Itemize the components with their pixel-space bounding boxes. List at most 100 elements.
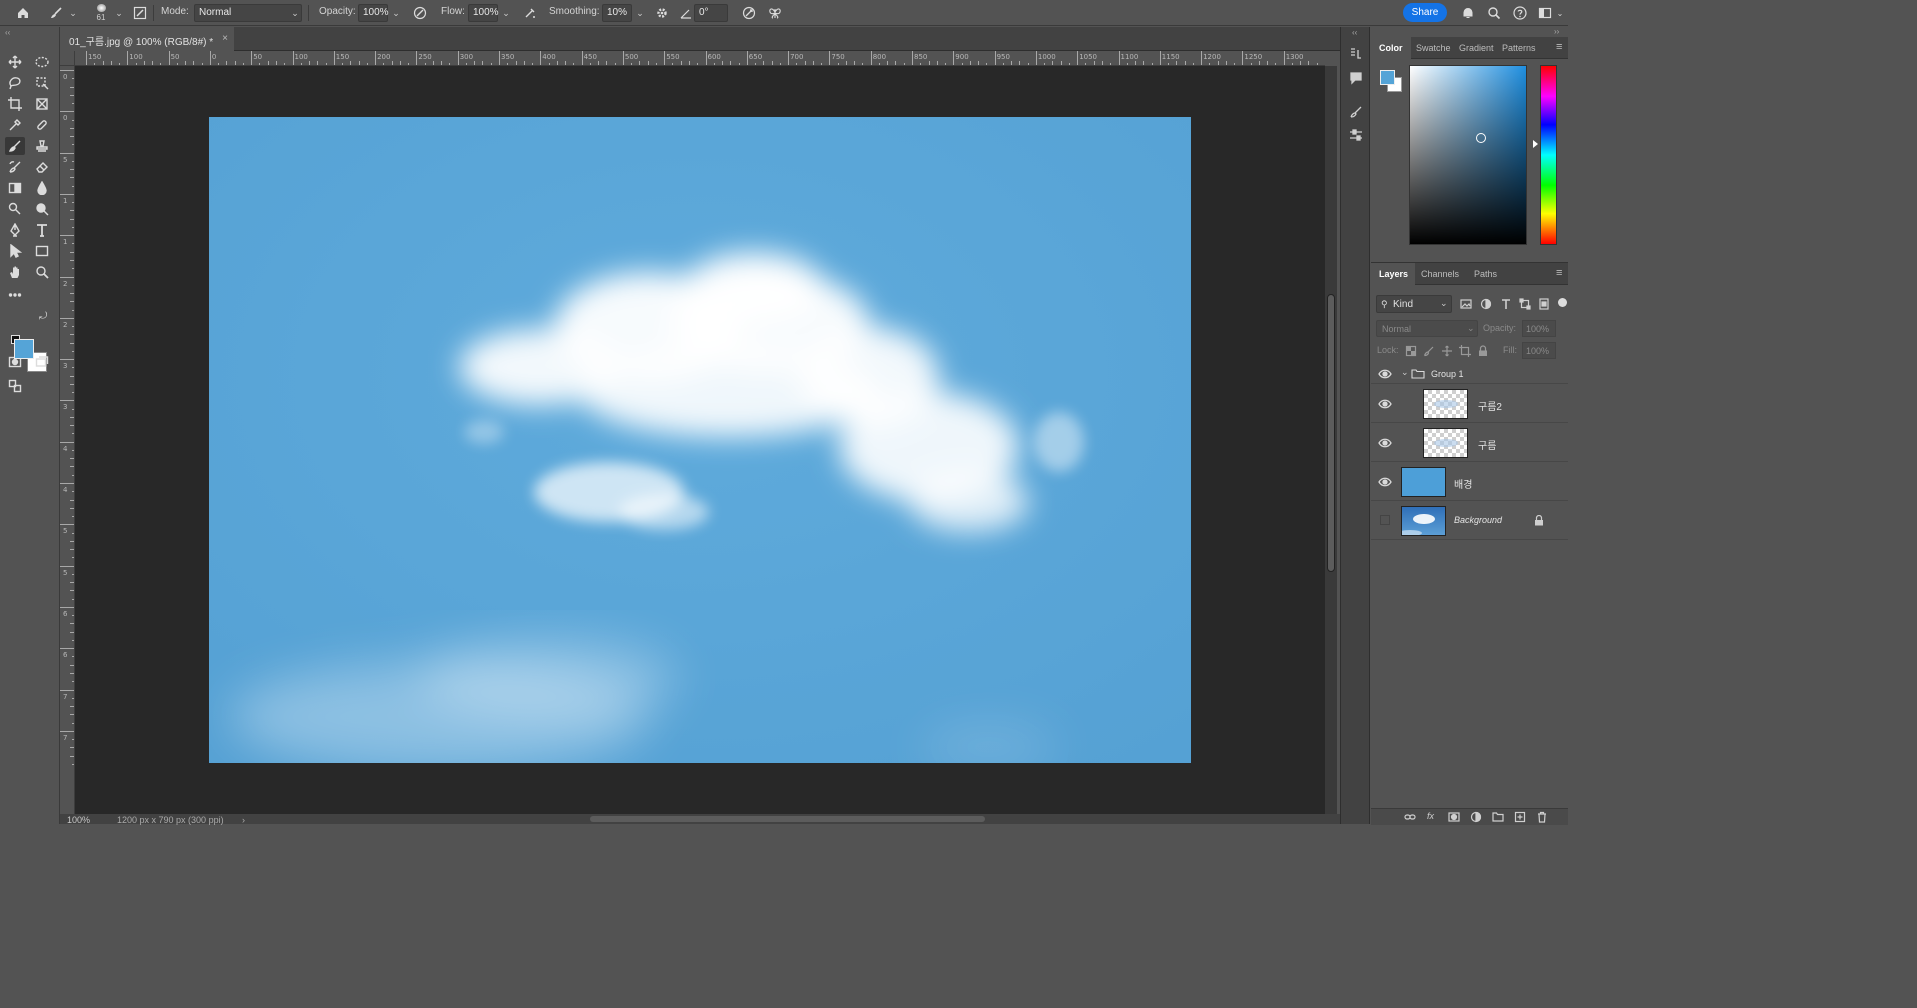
bell-icon[interactable] (1459, 4, 1477, 22)
status-menu-arrow-icon[interactable]: › (242, 815, 245, 825)
close-icon[interactable]: × (222, 33, 228, 44)
clone-stamp-tool-icon[interactable] (32, 137, 52, 155)
help-icon[interactable] (1511, 4, 1529, 22)
color-field[interactable] (1409, 65, 1527, 245)
brush-tool-icon[interactable] (5, 137, 25, 155)
type-tool-icon[interactable] (32, 221, 52, 239)
share-button[interactable]: Share (1403, 3, 1447, 22)
chevron-down-icon[interactable]: ⌄ (112, 4, 126, 22)
tab-paths[interactable]: Paths (1474, 263, 1497, 285)
lasso-tool-icon[interactable] (5, 74, 25, 92)
chevron-down-icon[interactable]: ⌄ (66, 4, 80, 22)
scrollbar-thumb[interactable] (1327, 294, 1335, 572)
brush-settings-panel-icon[interactable] (131, 4, 149, 22)
visibility-eye-icon[interactable] (1378, 368, 1392, 380)
blur-tool-icon[interactable] (32, 179, 52, 197)
pressure-size-icon[interactable] (739, 4, 759, 22)
mode-select[interactable]: Normal (194, 4, 302, 22)
marquee-tool-icon[interactable] (32, 53, 52, 71)
document-tab[interactable]: 01_구름.jpg @ 100% (RGB/8#) * × (60, 27, 234, 51)
lock-position-icon[interactable] (1441, 345, 1453, 357)
filter-type-icon[interactable] (1500, 298, 1512, 310)
tab-layers[interactable]: Layers (1371, 263, 1415, 285)
add-mask-icon[interactable] (1448, 811, 1460, 823)
search-icon[interactable] (1485, 4, 1503, 22)
visibility-eye-icon[interactable] (1378, 476, 1392, 488)
airbrush-icon[interactable] (520, 4, 540, 22)
chevron-down-icon[interactable]: ⌄ (389, 4, 403, 22)
angle-input[interactable]: 0° (694, 4, 728, 22)
collapse-icon[interactable]: ›› (1554, 27, 1559, 36)
chevron-down-icon[interactable]: ⌄ (633, 4, 647, 22)
visibility-eye-icon[interactable] (1378, 437, 1392, 449)
smoothing-input[interactable]: 10% (602, 4, 632, 22)
layer-row-cloud[interactable]: 구름 (1371, 424, 1568, 462)
zoom-tool-icon[interactable] (32, 263, 52, 281)
hue-slider[interactable] (1540, 65, 1557, 245)
tab-swatches[interactable]: Swatche (1416, 37, 1451, 59)
layer-style-fx-icon[interactable]: fx (1427, 811, 1439, 823)
foreground-color-chip[interactable] (1380, 70, 1395, 85)
swap-colors-icon[interactable]: ⤾ (39, 311, 47, 322)
layer-row-group-1[interactable]: ⌄ Group 1 (1371, 364, 1568, 384)
pressure-opacity-icon[interactable] (410, 4, 430, 22)
path-selection-tool-icon[interactable] (5, 242, 25, 260)
color-picker-handle[interactable] (1476, 133, 1486, 143)
rectangle-tool-icon[interactable] (32, 242, 52, 260)
new-adjustment-layer-icon[interactable] (1470, 811, 1482, 823)
panel-menu-icon[interactable]: ≡ (1556, 37, 1562, 59)
brush-tool-preset-icon[interactable] (46, 4, 66, 22)
layer-filter-select[interactable]: ⚲ Kind ⌄ (1376, 295, 1452, 313)
layer-row-cloud-2[interactable]: 구름2 (1371, 385, 1568, 423)
chevron-down-icon[interactable]: ⌄ (1401, 367, 1409, 378)
symmetry-butterfly-icon[interactable] (765, 4, 785, 22)
tab-color[interactable]: Color (1371, 37, 1411, 59)
opacity-input[interactable]: 100% (358, 4, 389, 22)
image-canvas[interactable] (209, 117, 1191, 763)
history-brush-tool-icon[interactable] (5, 158, 25, 176)
chevron-down-icon[interactable]: ⌄ (499, 4, 513, 22)
smoothing-settings-gear-icon[interactable] (653, 4, 671, 22)
filter-toggle-icon[interactable] (1558, 298, 1567, 307)
frame-tool-icon[interactable] (32, 95, 52, 113)
filter-shape-icon[interactable] (1519, 298, 1531, 310)
zoom-level[interactable]: 100% (67, 815, 90, 825)
tab-gradients[interactable]: Gradient (1459, 37, 1494, 59)
new-group-icon[interactable] (1492, 811, 1504, 823)
layer-row-background[interactable]: Background (1371, 502, 1568, 540)
lock-image-pixels-icon[interactable] (1423, 345, 1435, 357)
panel-menu-icon[interactable]: ≡ (1556, 263, 1562, 285)
home-icon[interactable] (12, 4, 34, 22)
comments-panel-icon[interactable] (1349, 71, 1363, 85)
hue-marker-icon[interactable] (1533, 140, 1538, 148)
screen-mode-icon[interactable] (32, 353, 52, 371)
brushes-panel-icon[interactable] (1349, 105, 1363, 119)
collapse-toolbar-icon[interactable]: ‹‹ (5, 28, 10, 37)
hand-tool-icon[interactable] (5, 263, 25, 281)
lock-artboard-icon[interactable] (1459, 345, 1471, 357)
sponge-tool-icon[interactable] (32, 200, 52, 218)
more-tools-icon[interactable] (5, 286, 25, 304)
move-tool-icon[interactable] (5, 53, 25, 71)
spot-healing-tool-icon[interactable] (32, 116, 52, 134)
layer-row-background-fill[interactable]: 배경 (1371, 463, 1568, 501)
gradient-tool-icon[interactable] (5, 179, 25, 197)
layer-opacity-input[interactable]: 100% (1522, 320, 1556, 337)
lock-transparent-pixels-icon[interactable] (1405, 345, 1417, 357)
tab-channels[interactable]: Channels (1421, 263, 1459, 285)
collapse-panels-icon[interactable]: ‹‹ (1352, 28, 1357, 37)
blend-mode-select[interactable]: Normal ⌄ (1376, 320, 1478, 337)
workspace-icon[interactable] (1536, 4, 1554, 22)
foreground-color-swatch[interactable] (14, 339, 34, 359)
horizontal-scrollbar-thumb[interactable] (590, 816, 985, 822)
filter-adjustment-icon[interactable] (1480, 298, 1492, 310)
filter-smart-object-icon[interactable] (1538, 298, 1550, 310)
history-panel-icon[interactable] (1349, 47, 1363, 61)
eraser-tool-icon[interactable] (32, 158, 52, 176)
visibility-eye-icon[interactable] (1378, 398, 1392, 410)
flow-input[interactable]: 100% (468, 4, 499, 22)
lock-all-icon[interactable] (1477, 345, 1489, 357)
pen-tool-icon[interactable] (5, 221, 25, 239)
lock-icon[interactable] (1534, 514, 1544, 526)
brush-size-picker[interactable]: 61 (91, 4, 111, 22)
